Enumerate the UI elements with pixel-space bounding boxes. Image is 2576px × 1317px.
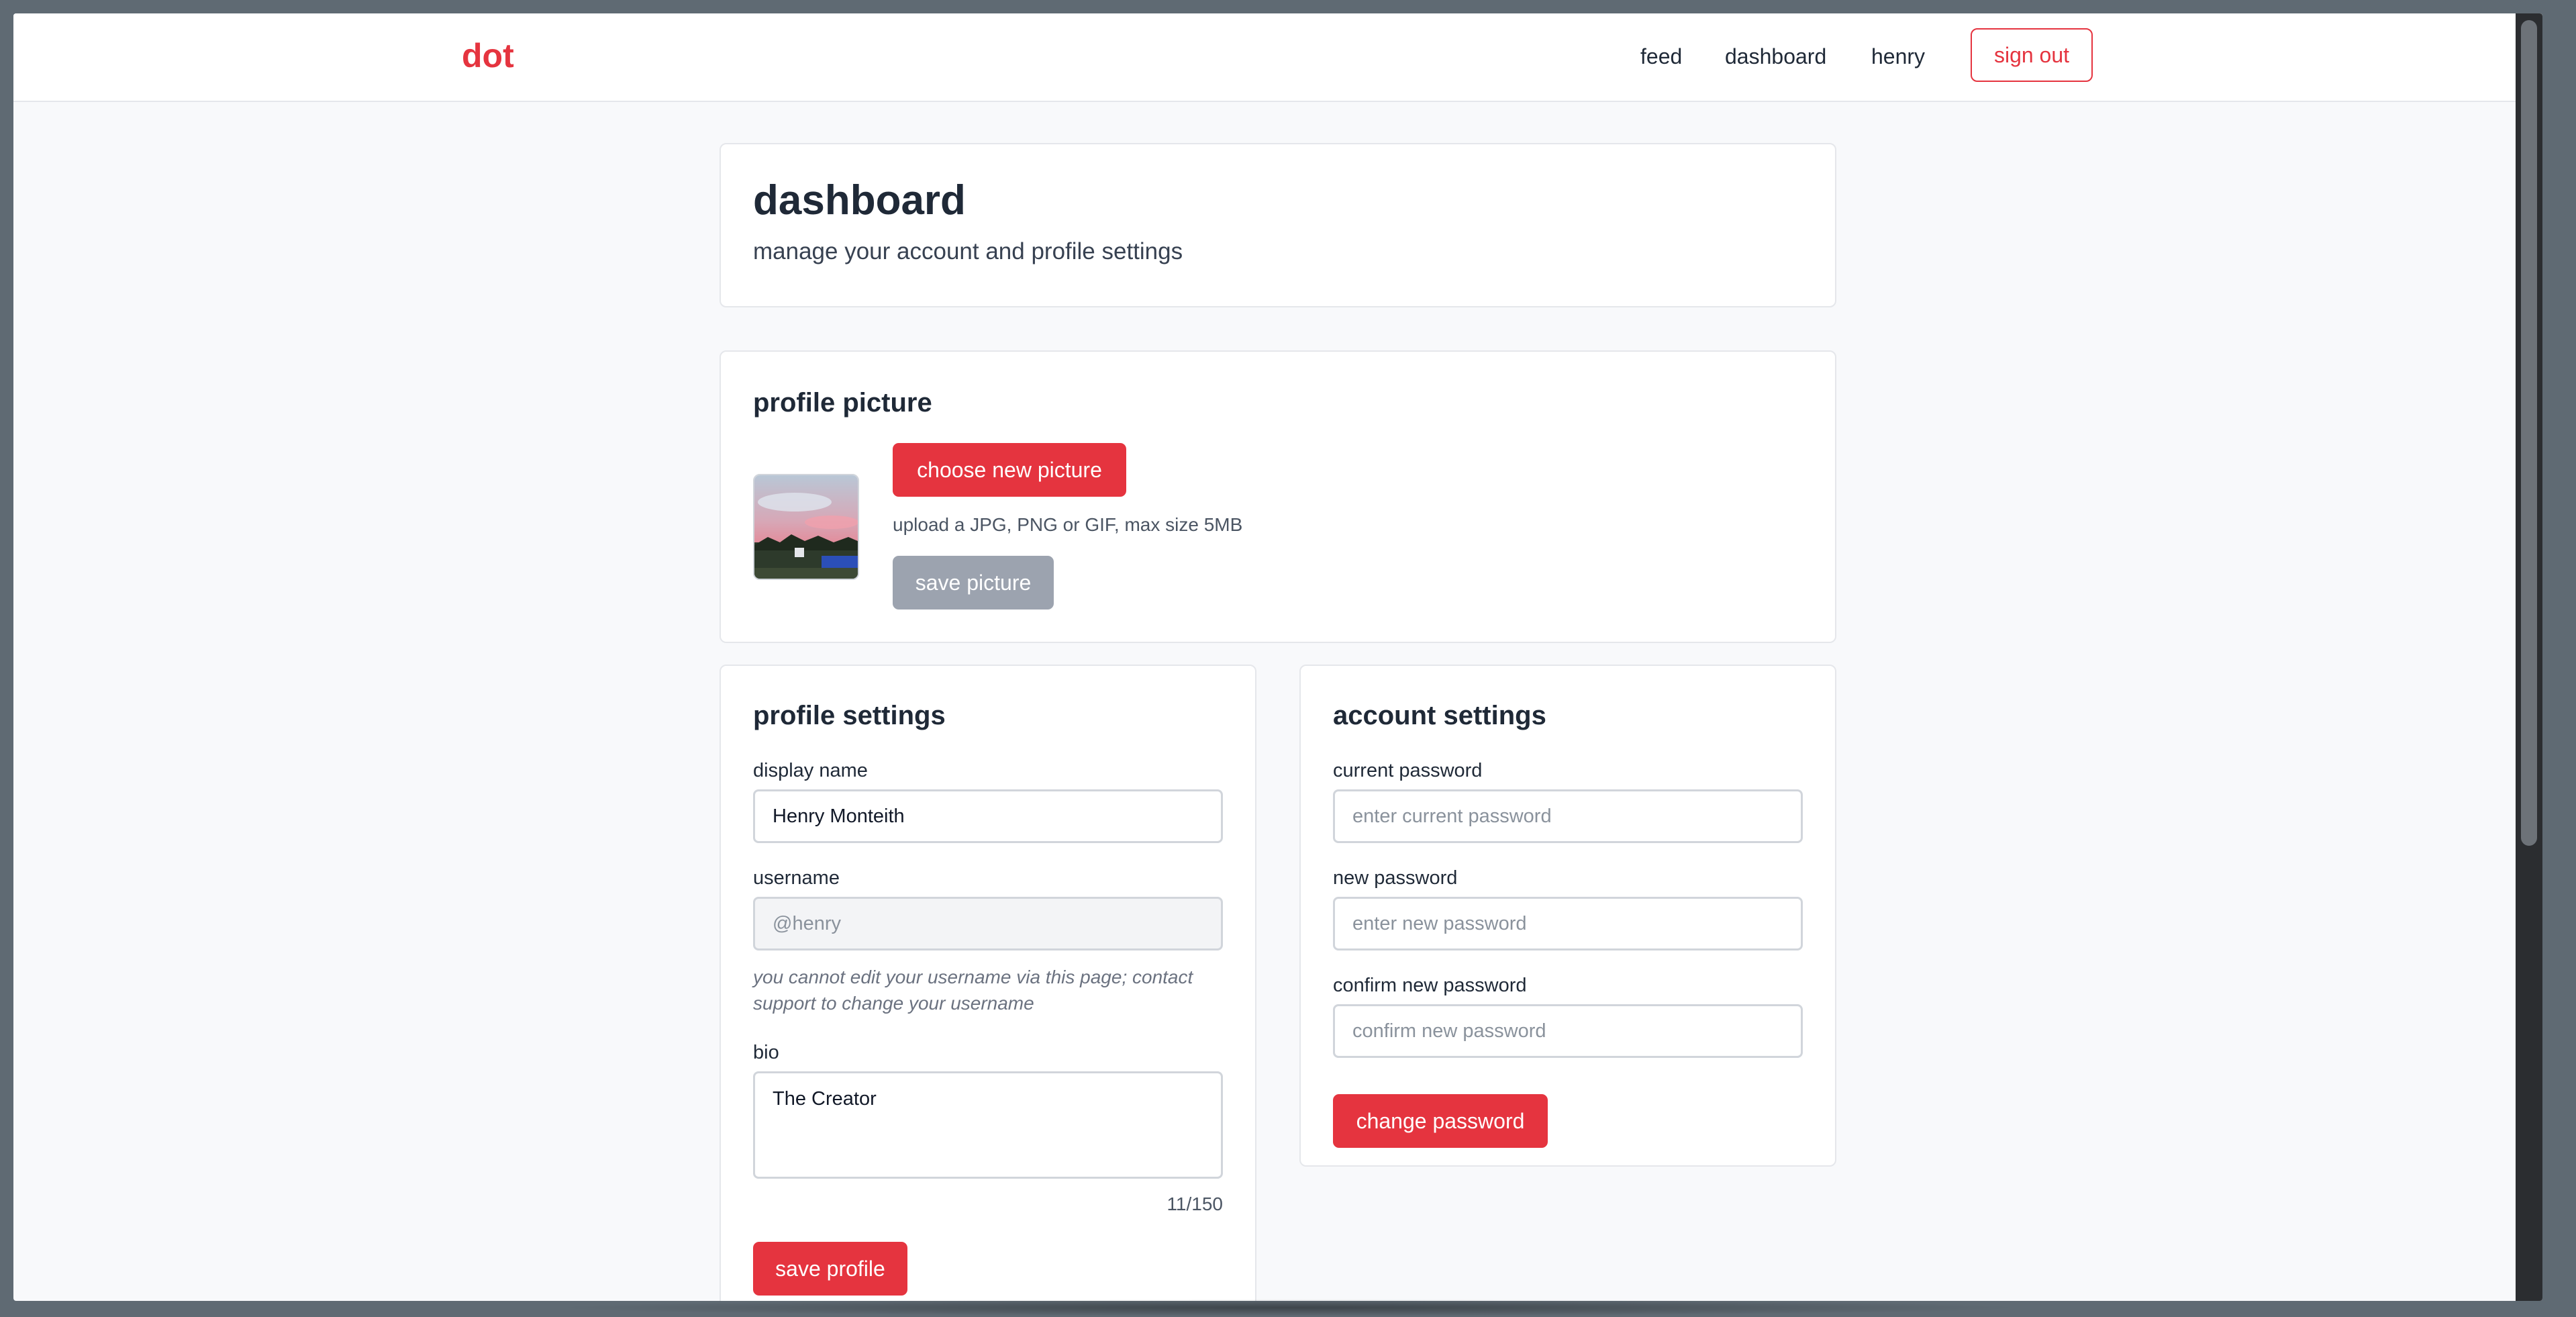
display-name-label: display name (753, 760, 868, 781)
profile-picture-card: profile picture choose new picture uploa… (720, 350, 1836, 643)
display-name-input[interactable]: Henry Monteith (753, 789, 1223, 843)
page-title: dashboard (753, 177, 966, 224)
nav-link-feed[interactable]: feed (1640, 44, 1682, 69)
save-profile-button[interactable]: save profile (753, 1242, 907, 1296)
avatar (753, 474, 859, 580)
dashboard-header-card: dashboard manage your account and profil… (720, 143, 1836, 307)
profile-settings-heading: profile settings (753, 701, 946, 730)
account-settings-heading: account settings (1333, 701, 1546, 730)
new-password-label: new password (1333, 867, 1458, 889)
confirm-password-label: confirm new password (1333, 975, 1527, 996)
window-shadow (550, 1299, 2027, 1316)
scrollbar-thumb[interactable] (2521, 20, 2537, 846)
bio-character-counter: 11/150 (1167, 1193, 1223, 1214)
top-navbar: dot feed dashboard henry sign out (13, 13, 2542, 102)
profile-picture-heading: profile picture (753, 388, 932, 418)
upload-hint: upload a JPG, PNG or GIF, max size 5MB (893, 514, 1243, 535)
choose-picture-button[interactable]: choose new picture (893, 443, 1126, 497)
username-input: @henry (753, 897, 1223, 950)
vertical-scrollbar[interactable] (2516, 13, 2542, 1301)
nav-link-profile[interactable]: henry (1871, 44, 1925, 69)
username-hint: you cannot edit your username via this p… (753, 967, 1193, 1014)
new-password-input[interactable]: enter new password (1333, 897, 1803, 950)
browser-window: dot feed dashboard henry sign out dashbo… (13, 13, 2542, 1301)
bio-textarea[interactable]: The Creator (753, 1071, 1223, 1179)
confirm-password-input[interactable]: confirm new password (1333, 1004, 1803, 1058)
current-password-label: current password (1333, 760, 1483, 781)
nav-link-dashboard[interactable]: dashboard (1725, 44, 1826, 69)
avatar-photo-icon (754, 475, 858, 579)
brand-logo[interactable]: dot (462, 36, 514, 75)
change-password-button[interactable]: change password (1333, 1094, 1548, 1148)
sign-out-button[interactable]: sign out (1971, 28, 2093, 82)
username-label: username (753, 867, 840, 889)
page-subtitle: manage your account and profile settings (753, 238, 1183, 264)
bio-label: bio (753, 1042, 779, 1063)
current-password-input[interactable]: enter current password (1333, 789, 1803, 843)
save-picture-button[interactable]: save picture (893, 556, 1054, 609)
account-settings-card: account settings current password enter … (1299, 665, 1836, 1167)
profile-settings-card: profile settings display name Henry Mont… (720, 665, 1256, 1301)
